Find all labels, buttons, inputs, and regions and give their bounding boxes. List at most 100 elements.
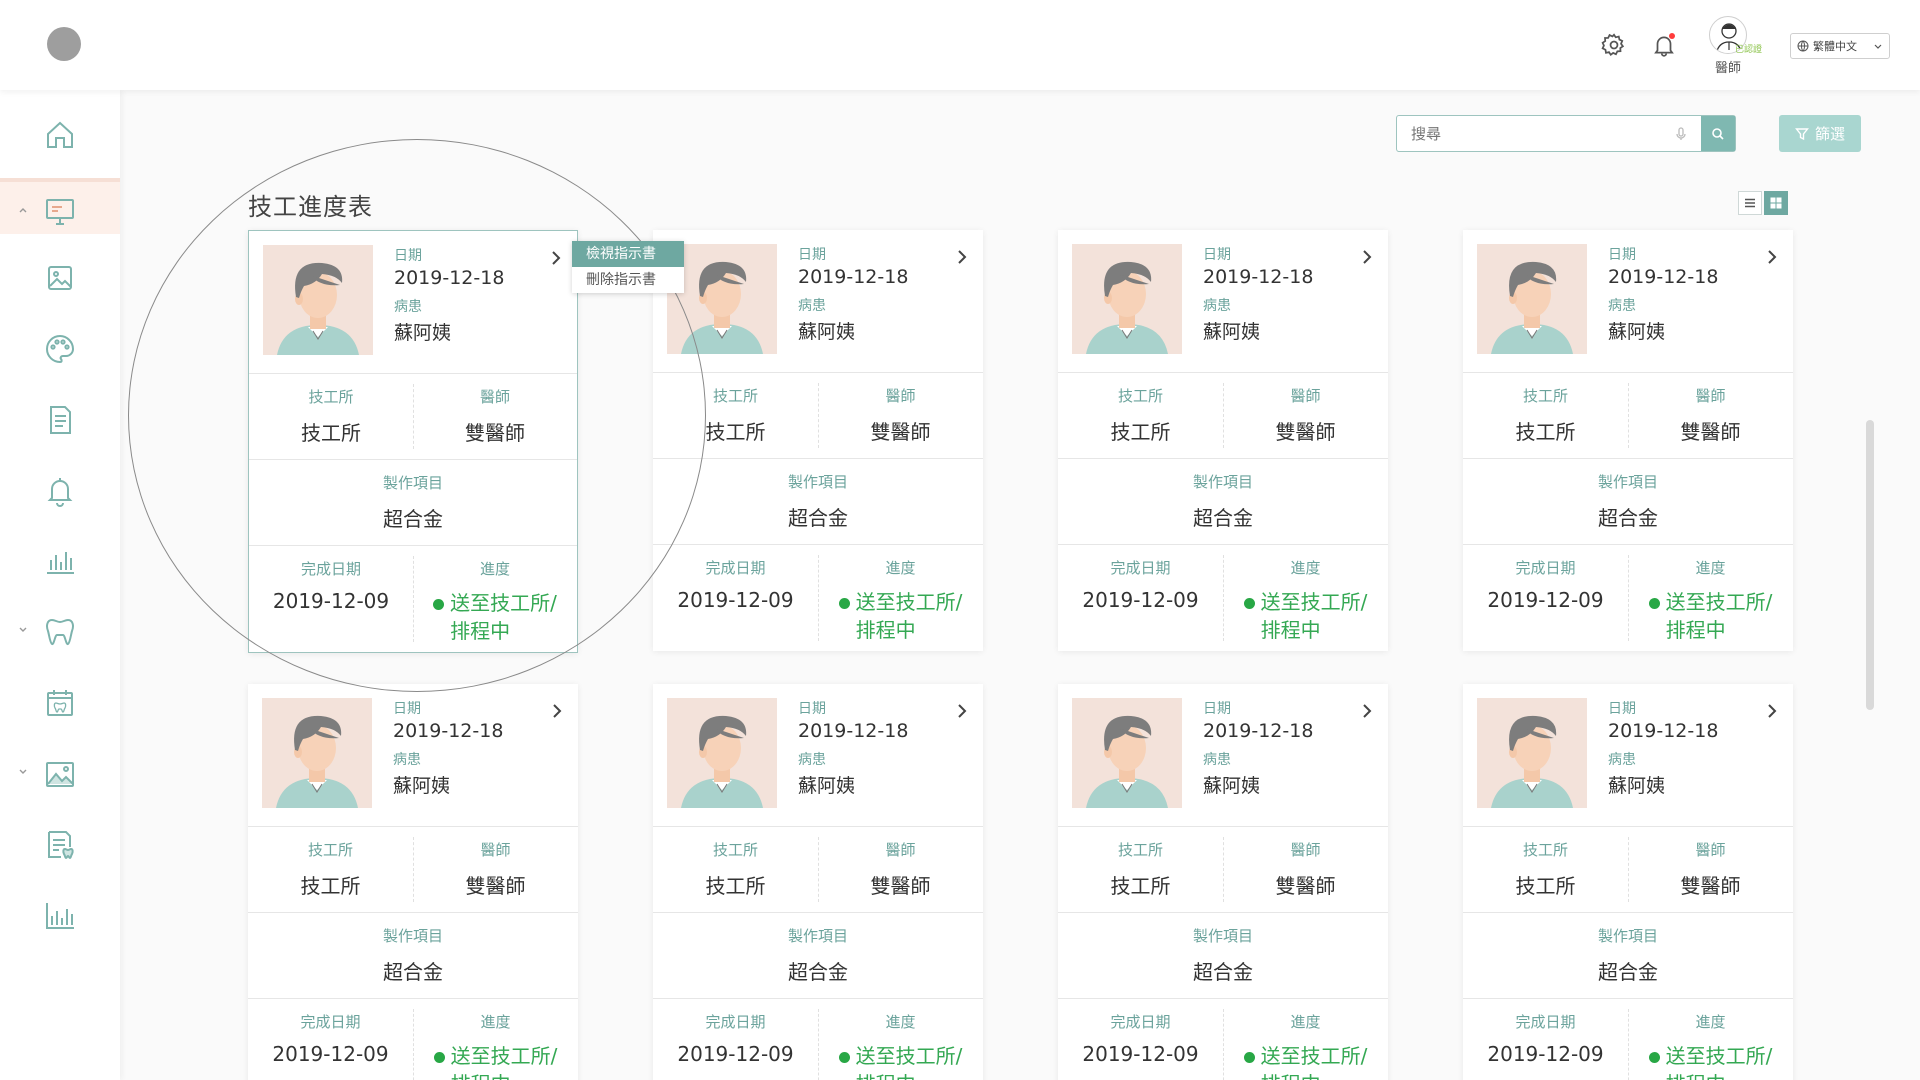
chevron-right-icon[interactable]	[548, 702, 566, 720]
lab-progress-card[interactable]: 日期 2019-12-18 病患 蘇阿姨 技工所 技工所 醫師 雙醫師 製作項目…	[248, 684, 578, 1080]
item-row: 製作項目 超合金	[249, 460, 577, 546]
patient-photo	[1072, 698, 1182, 808]
lab-progress-card[interactable]: 日期 2019-12-18 病患 蘇阿姨 技工所 技工所 醫師 雙醫師 製作項目…	[248, 230, 578, 653]
chevron-right-icon[interactable]	[1358, 248, 1376, 266]
lab-label: 技工所	[1522, 841, 1568, 859]
date-value: 2019-12-18	[1203, 266, 1314, 288]
done-date-value: 2019-12-09	[1082, 1042, 1199, 1066]
lab-progress-card[interactable]: 日期 2019-12-18 病患 蘇阿姨 技工所 技工所 醫師 雙醫師 製作項目…	[653, 684, 983, 1080]
patient-label: 病患	[798, 752, 826, 768]
item-value: 超合金	[383, 507, 443, 531]
status-dot	[433, 599, 445, 610]
menu-item-view-instruction[interactable]: 檢視指示書	[572, 241, 684, 267]
search-box	[1396, 115, 1736, 152]
doctor-value: 雙醫師	[465, 874, 526, 898]
lab-progress-card[interactable]: 日期 2019-12-18 病患 蘇阿姨 技工所 技工所 醫師 雙醫師 製作項目…	[1463, 230, 1793, 651]
sidebar-item-dental[interactable]	[0, 602, 120, 658]
date-label: 日期	[394, 248, 422, 264]
chevron-right-icon[interactable]	[953, 248, 971, 266]
date-label: 日期	[798, 247, 826, 263]
item-value: 超合金	[1193, 506, 1253, 530]
done-date-cell: 完成日期 2019-12-09	[1463, 545, 1628, 651]
chevron-right-icon[interactable]	[1763, 248, 1781, 266]
item-row: 製作項目 超合金	[653, 459, 983, 545]
sidebar-item-schedule[interactable]	[0, 673, 120, 729]
language-select[interactable]: 繁體中文	[1790, 33, 1890, 59]
search-button[interactable]	[1701, 116, 1735, 151]
menu-item-delete-instruction[interactable]: 刪除指示書	[572, 267, 684, 293]
date-value: 2019-12-18	[798, 266, 909, 288]
grid-view-button[interactable]	[1764, 191, 1788, 215]
sidebar-item-home[interactable]	[0, 105, 120, 161]
chevron-right-icon[interactable]	[953, 702, 971, 720]
lab-progress-card[interactable]: 日期 2019-12-18 病患 蘇阿姨 技工所 技工所 醫師 雙醫師 製作項目…	[653, 230, 983, 651]
item-value: 超合金	[383, 960, 443, 984]
patient-value: 蘇阿姨	[798, 321, 856, 343]
sidebar-item-lab-progress[interactable]	[0, 178, 120, 234]
status-dot	[433, 1052, 445, 1063]
chevron-right-icon[interactable]	[1358, 702, 1376, 720]
done-date-value: 2019-12-09	[272, 589, 390, 613]
done-date-label: 完成日期	[705, 1013, 766, 1031]
done-date-cell: 完成日期 2019-12-09	[1058, 999, 1223, 1080]
sidebar-item-statistics[interactable]	[0, 531, 120, 587]
card-info: 日期 2019-12-18 病患 蘇阿姨	[394, 245, 504, 352]
notification-bell-icon[interactable]	[1651, 32, 1677, 58]
item-row: 製作項目 超合金	[248, 913, 578, 999]
doctor-profile[interactable]: 已認證 醫師	[1705, 16, 1762, 76]
progress-line-1: 送至技工所/	[1665, 1044, 1773, 1068]
bell-icon	[47, 478, 73, 507]
completion-row: 完成日期 2019-12-09 進度 送至技工所/ 排程中	[248, 999, 578, 1080]
lab-progress-card[interactable]: 日期 2019-12-18 病患 蘇阿姨 技工所 技工所 醫師 雙醫師 製作項目…	[1058, 684, 1388, 1080]
language-label: 繁體中文	[1813, 40, 1857, 53]
card-header: 日期 2019-12-18 病患 蘇阿姨	[1463, 230, 1793, 373]
filter-button[interactable]: 篩選	[1779, 115, 1861, 152]
sidebar-item-gallery[interactable]	[0, 744, 120, 800]
logo[interactable]	[47, 27, 81, 61]
chevron-right-icon[interactable]	[547, 249, 565, 267]
sidebar-item-palette[interactable]	[0, 319, 120, 375]
date-value: 2019-12-18	[393, 720, 504, 742]
sidebar-item-documents[interactable]	[0, 390, 120, 446]
search-input[interactable]	[1397, 116, 1673, 151]
grid-icon	[1770, 197, 1782, 209]
done-date-value: 2019-12-09	[1487, 1042, 1604, 1066]
doctor-value: 雙醫師	[1680, 874, 1741, 898]
chevron-down-icon	[19, 627, 27, 632]
lab-progress-card[interactable]: 日期 2019-12-18 病患 蘇阿姨 技工所 技工所 醫師 雙醫師 製作項目…	[1058, 230, 1388, 651]
card-info: 日期 2019-12-18 病患 蘇阿姨	[393, 698, 503, 805]
status-dot	[1648, 1052, 1660, 1063]
microphone-icon[interactable]	[1673, 126, 1689, 142]
item-cell: 製作項目 超合金	[1058, 913, 1388, 998]
doctor-label: 醫師	[479, 388, 510, 406]
sidebar-item-reports[interactable]	[0, 815, 120, 871]
patient-label: 病患	[798, 298, 826, 314]
item-cell: 製作項目 超合金	[249, 460, 577, 545]
list-view-button[interactable]	[1738, 191, 1762, 215]
lab-progress-card[interactable]: 日期 2019-12-18 病患 蘇阿姨 技工所 技工所 醫師 雙醫師 製作項目…	[1463, 684, 1793, 1080]
sidebar-item-images[interactable]	[0, 248, 120, 304]
chevron-right-icon[interactable]	[1763, 702, 1781, 720]
image-icon	[48, 266, 72, 290]
lab-cell: 技工所 技工所	[653, 373, 818, 458]
sidebar-item-analytics[interactable]	[0, 886, 120, 942]
gear-icon[interactable]	[1601, 32, 1627, 58]
patient-value: 蘇阿姨	[393, 775, 451, 797]
page-title: 技工進度表	[248, 193, 373, 221]
lab-doctor-row: 技工所 技工所 醫師 雙醫師	[249, 374, 577, 460]
progress-status: 送至技工所/ 排程中	[838, 588, 962, 644]
view-toggle	[1738, 191, 1788, 215]
doctor-label: 醫師	[1290, 841, 1321, 859]
doctor-label: 醫師	[1290, 387, 1321, 405]
sidebar-item-notifications[interactable]	[0, 461, 120, 517]
progress-line-1: 送至技工所/	[1665, 590, 1773, 614]
lab-label: 技工所	[307, 841, 353, 859]
status-dot	[1243, 1052, 1255, 1063]
doctor-value: 雙醫師	[870, 420, 931, 444]
done-date-cell: 完成日期 2019-12-09	[1463, 999, 1628, 1080]
doctor-label: 醫師	[885, 387, 916, 405]
card-header: 日期 2019-12-18 病患 蘇阿姨	[653, 230, 983, 373]
scrollbar[interactable]	[1866, 420, 1874, 710]
progress-label: 進度	[1695, 1013, 1726, 1031]
progress-cell: 進度 送至技工所/ 排程中	[818, 999, 983, 1080]
